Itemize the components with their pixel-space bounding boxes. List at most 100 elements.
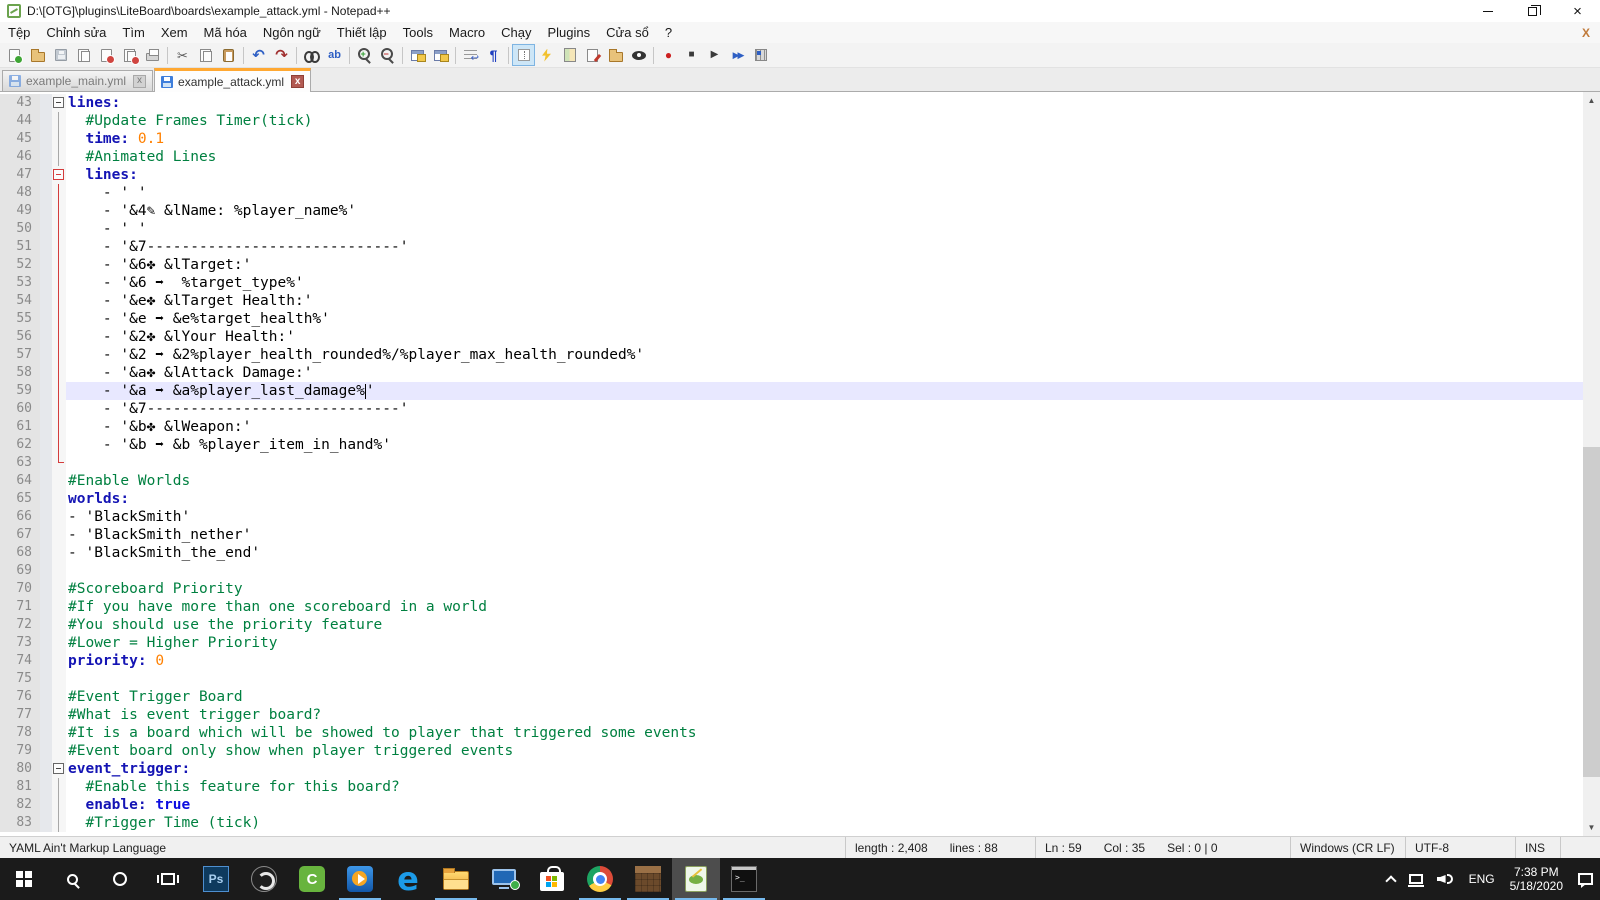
bookmark-margin[interactable] bbox=[40, 760, 52, 778]
fold-margin[interactable] bbox=[52, 670, 66, 688]
taskbar-edge[interactable]: e bbox=[384, 858, 432, 900]
taskbar-camtasia[interactable]: C bbox=[288, 858, 336, 900]
code-line-74[interactable]: 74priority: 0 bbox=[0, 652, 1583, 670]
open-file-icon[interactable] bbox=[26, 44, 49, 66]
scrollbar-thumb[interactable] bbox=[1583, 447, 1600, 777]
bookmark-margin[interactable] bbox=[40, 814, 52, 832]
bookmark-margin[interactable] bbox=[40, 328, 52, 346]
bookmark-margin[interactable] bbox=[40, 256, 52, 274]
code-line-76[interactable]: 76#Event Trigger Board bbox=[0, 688, 1583, 706]
code-line-53[interactable]: 53 - '&6 ➡ %target_type%' bbox=[0, 274, 1583, 292]
code-line-66[interactable]: 66- 'BlackSmith' bbox=[0, 508, 1583, 526]
bookmark-margin[interactable] bbox=[40, 184, 52, 202]
code-line-47[interactable]: 47 lines: bbox=[0, 166, 1583, 184]
tab-close-icon[interactable]: x bbox=[133, 75, 146, 88]
bookmark-margin[interactable] bbox=[40, 310, 52, 328]
bookmark-margin[interactable] bbox=[40, 274, 52, 292]
fold-margin[interactable] bbox=[52, 400, 66, 418]
taskbar-minecraft[interactable] bbox=[624, 858, 672, 900]
status-encoding[interactable]: UTF-8 bbox=[1405, 837, 1515, 858]
code-line-62[interactable]: 62 - '&b ➡ &b %player_item_in_hand%' bbox=[0, 436, 1583, 454]
bookmark-margin[interactable] bbox=[40, 490, 52, 508]
code-line-57[interactable]: 57 - '&2 ➡ &2%player_health_rounded%/%pl… bbox=[0, 346, 1583, 364]
folder-workspace-icon[interactable] bbox=[604, 44, 627, 66]
menu-item-search[interactable]: Tìm bbox=[114, 22, 152, 43]
scroll-up-icon[interactable]: ▲ bbox=[1583, 92, 1600, 109]
print-icon[interactable] bbox=[141, 44, 164, 66]
restore-button[interactable] bbox=[1510, 0, 1555, 22]
taskbar-task-view[interactable] bbox=[144, 858, 192, 900]
code-line-48[interactable]: 48 - ' ' bbox=[0, 184, 1583, 202]
fold-margin[interactable] bbox=[52, 562, 66, 580]
fold-margin[interactable] bbox=[52, 364, 66, 382]
fold-margin[interactable] bbox=[52, 706, 66, 724]
taskbar-search[interactable] bbox=[48, 858, 96, 900]
fold-margin[interactable] bbox=[52, 508, 66, 526]
bookmark-margin[interactable] bbox=[40, 598, 52, 616]
language-indicator[interactable]: ENG bbox=[1462, 858, 1502, 900]
code-line-80[interactable]: 80event_trigger: bbox=[0, 760, 1583, 778]
bookmark-margin[interactable] bbox=[40, 796, 52, 814]
status-length[interactable]: length : 2,408 lines : 88 bbox=[845, 837, 1035, 858]
taskbar-file-explorer[interactable] bbox=[432, 858, 480, 900]
fold-margin[interactable] bbox=[52, 148, 66, 166]
code-line-81[interactable]: 81 #Enable this feature for this board? bbox=[0, 778, 1583, 796]
fold-margin[interactable] bbox=[52, 472, 66, 490]
find-icon[interactable] bbox=[300, 44, 323, 66]
fold-margin[interactable] bbox=[52, 328, 66, 346]
code-line-59[interactable]: 59 - '&a ➡ &a%player_last_damage%' bbox=[0, 382, 1583, 400]
fold-margin[interactable] bbox=[52, 742, 66, 760]
fold-margin[interactable] bbox=[52, 256, 66, 274]
code-line-55[interactable]: 55 - '&e ➡ &e%target_health%' bbox=[0, 310, 1583, 328]
function-list-icon[interactable] bbox=[535, 44, 558, 66]
fold-margin[interactable] bbox=[52, 274, 66, 292]
tab-example_main-yml[interactable]: example_main.ymlx bbox=[2, 70, 153, 91]
bookmark-margin[interactable] bbox=[40, 364, 52, 382]
tray-expand-icon[interactable] bbox=[1380, 858, 1402, 900]
fold-margin[interactable] bbox=[52, 382, 66, 400]
code-line-54[interactable]: 54 - '&e✤ &lTarget Health:' bbox=[0, 292, 1583, 310]
code-line-43[interactable]: 43lines: bbox=[0, 94, 1583, 112]
code-line-50[interactable]: 50 - ' ' bbox=[0, 220, 1583, 238]
fold-margin[interactable] bbox=[52, 598, 66, 616]
tab-close-icon[interactable]: x bbox=[291, 75, 304, 88]
taskbar-photoshop[interactable]: Ps bbox=[192, 858, 240, 900]
close-all-icon[interactable] bbox=[118, 44, 141, 66]
code-line-52[interactable]: 52 - '&6✤ &lTarget:' bbox=[0, 256, 1583, 274]
document-map-icon[interactable] bbox=[558, 44, 581, 66]
fold-margin[interactable] bbox=[52, 652, 66, 670]
bookmark-margin[interactable] bbox=[40, 454, 52, 472]
macro-stop-icon[interactable]: ■ bbox=[680, 44, 703, 66]
menu-item-file[interactable]: Tệp bbox=[0, 22, 38, 43]
bookmark-margin[interactable] bbox=[40, 418, 52, 436]
bookmark-margin[interactable] bbox=[40, 436, 52, 454]
taskbar-chrome[interactable] bbox=[576, 858, 624, 900]
scroll-down-icon[interactable]: ▼ bbox=[1583, 819, 1600, 836]
volume-icon[interactable] bbox=[1430, 858, 1462, 900]
menu-item-window[interactable]: Cửa sổ bbox=[598, 22, 657, 43]
bookmark-margin[interactable] bbox=[40, 346, 52, 364]
code-line-67[interactable]: 67- 'BlackSmith_nether' bbox=[0, 526, 1583, 544]
save-all-icon[interactable] bbox=[72, 44, 95, 66]
code-line-60[interactable]: 60 - '&7-----------------------------' bbox=[0, 400, 1583, 418]
fold-margin[interactable] bbox=[52, 526, 66, 544]
fold-margin[interactable] bbox=[52, 544, 66, 562]
fold-margin[interactable] bbox=[52, 580, 66, 598]
fold-margin[interactable] bbox=[52, 454, 66, 472]
status-eol-format[interactable]: Windows (CR LF) bbox=[1290, 837, 1405, 858]
editor[interactable]: 43lines:44 #Update Frames Timer(tick)45 … bbox=[0, 92, 1600, 836]
bookmark-margin[interactable] bbox=[40, 292, 52, 310]
undo-icon[interactable]: ↶ bbox=[247, 44, 270, 66]
fold-margin[interactable] bbox=[52, 814, 66, 832]
replace-icon[interactable]: ab bbox=[323, 44, 346, 66]
code-line-56[interactable]: 56 - '&2✤ &lYour Health:' bbox=[0, 328, 1583, 346]
clock[interactable]: 7:38 PM 5/18/2020 bbox=[1502, 858, 1571, 900]
sync-vertical-icon[interactable] bbox=[406, 44, 429, 66]
sync-horizontal-icon[interactable] bbox=[429, 44, 452, 66]
fold-margin[interactable] bbox=[52, 724, 66, 742]
indent-guide-icon[interactable] bbox=[512, 44, 535, 66]
fold-margin[interactable] bbox=[52, 418, 66, 436]
monitoring-icon[interactable] bbox=[627, 44, 650, 66]
vertical-scrollbar[interactable]: ▲ ▼ bbox=[1583, 92, 1600, 836]
bookmark-margin[interactable] bbox=[40, 382, 52, 400]
